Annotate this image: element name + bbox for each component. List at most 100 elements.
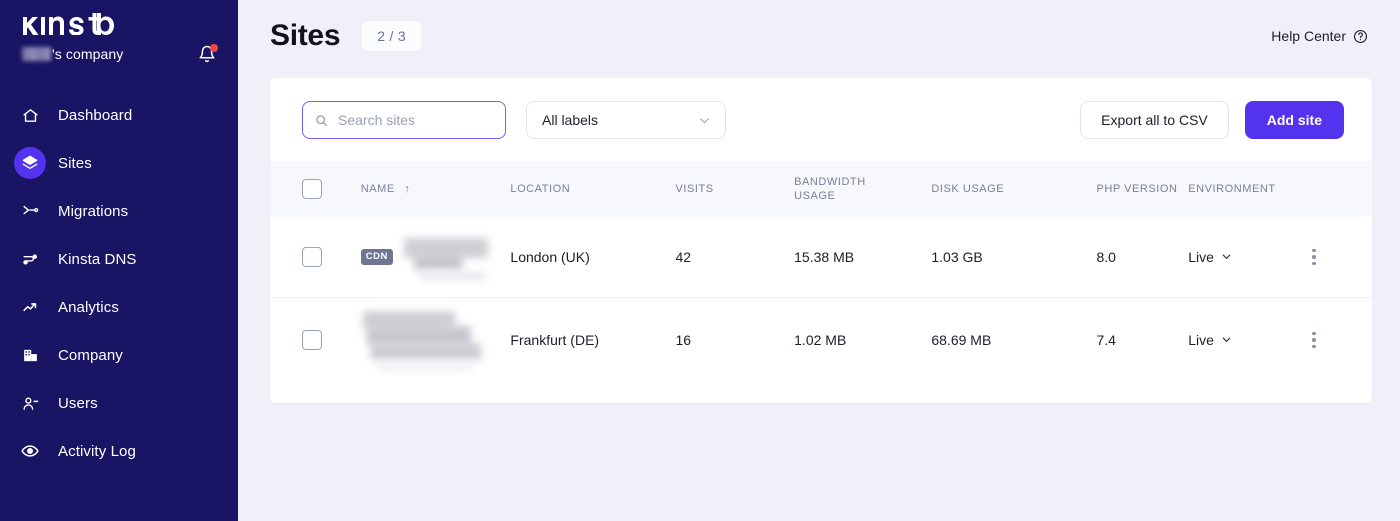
redacted-site-name[interactable] [361,310,483,370]
search-sites-box[interactable] [302,101,506,139]
sidebar-item-kinsta-dns[interactable]: Kinsta DNS [0,239,238,279]
sidebar-item-sites[interactable]: Sites [0,143,238,183]
header-name[interactable]: NAME ↑ [361,161,511,217]
redacted-site-name[interactable] [402,236,498,280]
building-icon [14,339,46,371]
environment-dropdown[interactable]: Live [1188,249,1232,265]
row-disk-usage: 1.03 GB [931,248,983,265]
sidebar-item-label: Users [58,394,98,412]
row-php-version: 8.0 [1096,248,1116,265]
arrow-up-icon: ↑ [404,183,411,195]
search-input[interactable] [338,112,493,128]
user-icon [14,387,46,419]
redacted-company-prefix [22,47,51,61]
company-name: 's company [22,46,123,62]
header-select-all [270,161,361,217]
company-row: 's company [0,35,238,63]
header-disk-usage[interactable]: DISK USAGE [931,161,1096,217]
cdn-badge: CDN [360,248,393,265]
kinsta-logo[interactable] [0,0,238,35]
row-environment-cell: Live [1188,297,1312,382]
home-icon [14,99,46,131]
row-php-version: 7.4 [1096,331,1116,348]
sites-table-header: NAME ↑ LOCATION VISITS BANDWIDTH USAGE D… [270,161,1372,217]
sidebar: 's company Dashboard Sites Migrations Ki… [0,0,238,521]
row-more-actions-icon[interactable] [1312,331,1316,348]
question-circle-icon [1354,29,1367,43]
header-location[interactable]: LOCATION [510,161,675,217]
sidebar-item-company[interactable]: Company [0,335,238,375]
row-actions-cell [1312,217,1372,297]
layers-icon [14,147,46,179]
app-root: 's company Dashboard Sites Migrations Ki… [0,0,1400,521]
notifications-bell-icon[interactable] [198,44,218,63]
sites-table-body: CDN London (UK) 42 15.38 MB 1.03 GB 8.0 … [270,217,1372,382]
migration-icon [14,195,46,227]
row-disk-usage: 68.69 MB [931,331,992,348]
kinsta-logo-icon [23,13,114,35]
sidebar-item-dashboard[interactable]: Dashboard [0,95,238,135]
row-more-actions-icon[interactable] [1312,248,1316,265]
select-all-checkbox[interactable] [302,179,322,199]
table-row[interactable]: Frankfurt (DE) 16 1.02 MB 68.69 MB 7.4 L… [270,297,1372,382]
header-actions [1312,161,1372,217]
page-title: Sites [270,19,341,52]
row-environment-cell: Live [1188,217,1312,297]
sites-toolbar: All labels Export all to CSV Add site [270,78,1372,161]
sidebar-item-analytics[interactable]: Analytics [0,287,238,327]
header-name-label: NAME [360,183,395,195]
chevron-down-icon [1222,337,1231,343]
notification-dot [210,44,218,52]
analytics-icon [14,291,46,323]
row-visits: 16 [675,331,692,348]
row-location: Frankfurt (DE) [510,331,600,348]
sidebar-item-label: Sites [58,154,92,172]
export-all-to-csv-button[interactable]: Export all to CSV [1080,101,1229,139]
header-visits[interactable]: VISITS [675,161,794,217]
sites-card: All labels Export all to CSV Add site [270,78,1372,403]
row-select-cell [270,297,361,382]
environment-dropdown[interactable]: Live [1188,332,1232,348]
row-location: London (UK) [510,248,590,265]
row-actions-cell [1312,297,1372,382]
all-labels-select[interactable]: All labels [526,101,726,139]
header-bandwidth-usage[interactable]: BANDWIDTH USAGE [794,161,931,217]
sites-table: NAME ↑ LOCATION VISITS BANDWIDTH USAGE D… [270,161,1372,382]
sidebar-item-label: Company [58,346,123,364]
sidebar-item-label: Analytics [58,298,119,316]
header-php-version[interactable]: PHP VERSION [1096,161,1188,217]
sidebar-item-label: Dashboard [58,106,133,124]
chevron-down-icon [1222,254,1231,260]
dns-icon [14,243,46,275]
row-select-cell [270,217,361,297]
table-header-row: NAME ↑ LOCATION VISITS BANDWIDTH USAGE D… [270,161,1372,217]
row-bandwidth: 1.02 MB [794,331,847,348]
search-icon [316,114,328,126]
row-name-cell [361,297,511,382]
environment-value: Live [1188,331,1214,348]
help-center-link[interactable]: Help Center [1271,28,1368,44]
header-bandwidth-line1: BANDWIDTH [794,176,866,188]
row-checkbox[interactable] [302,329,322,350]
sidebar-nav: Dashboard Sites Migrations Kinsta DNS An… [0,95,238,471]
sidebar-item-users[interactable]: Users [0,383,238,423]
eye-icon [14,435,46,467]
row-visits: 42 [675,248,692,265]
chevron-down-icon [700,117,709,123]
header-bandwidth-line2: USAGE [794,190,836,202]
all-labels-value: All labels [542,112,599,128]
help-center-label: Help Center [1271,28,1346,44]
main-content: Sites 2 / 3 Help Center Search sites All… [238,0,1400,521]
sidebar-item-migrations[interactable]: Migrations [0,191,238,231]
sidebar-item-label: Activity Log [58,442,136,460]
header-environment[interactable]: ENVIRONMENT [1188,161,1312,217]
sidebar-item-label: Kinsta DNS [58,250,137,268]
sidebar-item-activity-log[interactable]: Activity Log [0,431,238,471]
row-checkbox[interactable] [302,246,322,267]
table-row[interactable]: CDN London (UK) 42 15.38 MB 1.03 GB 8.0 … [270,217,1372,297]
company-name-suffix: 's company [52,46,124,62]
add-site-button[interactable]: Add site [1244,101,1344,139]
sites-count-badge: 2 / 3 [362,21,421,51]
sidebar-item-label: Migrations [58,202,129,220]
row-bandwidth: 15.38 MB [794,248,855,265]
